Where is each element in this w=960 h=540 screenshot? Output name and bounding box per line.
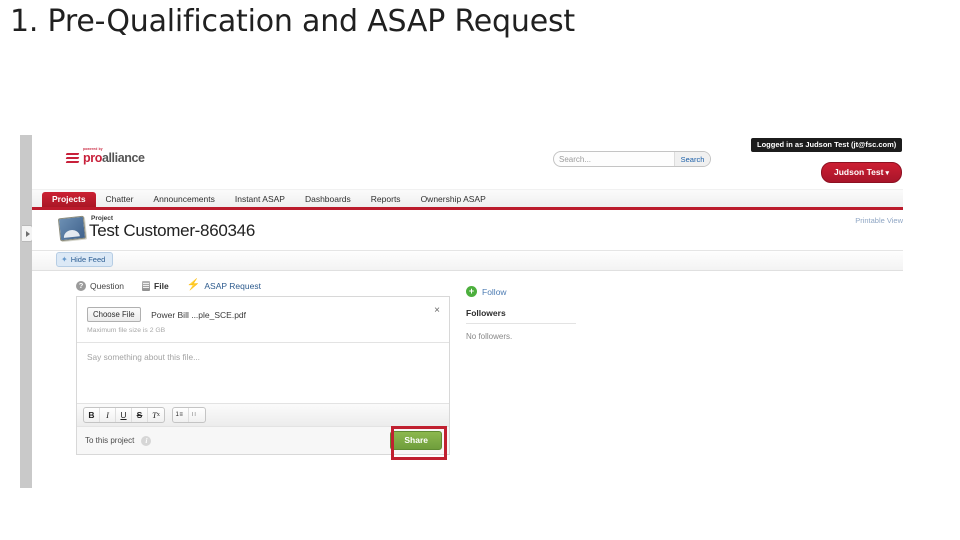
nav-tab-projects[interactable]: Projects — [42, 191, 96, 207]
project-icon — [57, 215, 87, 242]
text-format-group: B I U S Tx — [83, 407, 165, 423]
info-icon[interactable]: i — [141, 435, 152, 446]
feed-main: ? Question File ⚡ ASAP Request Choose Fi… — [32, 271, 903, 488]
file-size-hint: Maximum file size is 2 GB — [87, 327, 166, 334]
publisher-tab-question-label: Question — [90, 280, 125, 291]
app-page: powered by proalliance Search Logged in … — [32, 135, 903, 488]
logo-mark-icon — [65, 151, 80, 165]
share-scope-label: To this project — [85, 436, 135, 445]
publisher-tab-file[interactable]: File — [142, 280, 169, 291]
publisher-tab-question[interactable]: ? Question — [76, 280, 125, 291]
nav-tab-chatter[interactable]: Chatter — [96, 192, 144, 208]
publisher-footer: To this project i Share — [77, 426, 449, 460]
publisher-tab-file-label: File — [154, 280, 169, 291]
search-box[interactable]: Search — [553, 151, 711, 167]
file-select-row: Choose File Power Bill ...ple_SCE.pdf Ma… — [77, 297, 449, 343]
plus-circle-icon: + — [466, 286, 477, 297]
ordered-list-button[interactable]: 1≡ — [173, 408, 189, 422]
publisher-action-tabs: ? Question File ⚡ ASAP Request — [76, 280, 261, 291]
logo-text: powered by proalliance — [83, 147, 145, 166]
logged-in-status: Logged in as Judson Test (jt@fsc.com) — [751, 138, 903, 152]
page-title: 1. Pre-Qualification and ASAP Request — [10, 4, 575, 39]
search-input[interactable] — [554, 152, 674, 166]
clear-format-button[interactable]: Tx — [148, 408, 164, 422]
feed-toolbar: ✦ Hide Feed — [32, 251, 903, 271]
brand-logo[interactable]: powered by proalliance — [65, 147, 145, 166]
user-menu-label: Judson Test — [834, 167, 884, 177]
star-icon: ✦ — [61, 254, 68, 264]
question-icon: ? — [76, 280, 86, 291]
unordered-list-button[interactable]: ∷ — [189, 408, 205, 422]
followers-heading: Followers — [466, 308, 576, 324]
printable-view-link[interactable]: Printable View — [855, 216, 903, 225]
primary-nav-tabs: Projects Chatter Announcements Instant ASAP… — [32, 190, 903, 210]
list-format-group: 1≡ ∷ — [172, 407, 206, 423]
follow-label: Follow — [482, 286, 507, 297]
logo-name-second: alliance — [101, 151, 145, 166]
embedded-screenshot: powered by proalliance Search Logged in … — [20, 135, 903, 488]
share-button[interactable]: Share — [390, 431, 442, 450]
followers-empty-state: No followers. — [466, 332, 513, 341]
file-publisher: Choose File Power Bill ...ple_SCE.pdf Ma… — [76, 296, 450, 460]
publisher-tab-asap-request[interactable]: ⚡ ASAP Request — [187, 280, 261, 291]
file-comment-input[interactable] — [77, 343, 449, 398]
nav-tab-ownership-asap[interactable]: Ownership ASAP — [411, 192, 496, 208]
nav-tab-reports[interactable]: Reports — [361, 192, 411, 208]
record-title: Test Customer-860346 — [89, 221, 255, 240]
choose-file-button[interactable]: Choose File — [87, 307, 141, 323]
hide-feed-button[interactable]: ✦ Hide Feed — [56, 252, 114, 267]
underline-button[interactable]: U — [116, 408, 132, 422]
chevron-down-icon: ▾ — [885, 170, 889, 177]
nav-tab-instant-asap[interactable]: Instant ASAP — [225, 192, 295, 208]
lightning-bolt-icon: ⚡ — [186, 279, 201, 291]
publisher-tab-asap-label: ASAP Request — [204, 280, 261, 291]
strikethrough-button[interactable]: S — [132, 408, 148, 422]
left-gutter — [20, 135, 32, 488]
selected-file-name: Power Bill ...ple_SCE.pdf — [151, 309, 247, 320]
user-menu-button[interactable]: Judson Test ▾ — [821, 162, 902, 183]
bold-button[interactable]: B — [84, 408, 100, 422]
app-masthead: powered by proalliance Search Logged in … — [32, 135, 903, 190]
nav-tab-dashboards[interactable]: Dashboards — [295, 192, 361, 208]
logo-name-first: pro — [83, 151, 102, 166]
italic-button[interactable]: I — [100, 408, 116, 422]
follow-button[interactable]: + Follow — [466, 286, 596, 297]
file-icon — [142, 280, 151, 291]
feed-right-column: + Follow Followers No followers. — [466, 286, 596, 341]
search-button[interactable]: Search — [674, 152, 710, 166]
close-icon[interactable]: × — [434, 306, 440, 316]
rich-text-toolbar: B I U S Tx 1≡ ∷ — [77, 403, 449, 426]
nav-tab-announcements[interactable]: Announcements — [143, 192, 224, 208]
hide-feed-label: Hide Feed — [70, 255, 106, 264]
record-header: Project Test Customer-860346 Printable V… — [32, 210, 903, 251]
